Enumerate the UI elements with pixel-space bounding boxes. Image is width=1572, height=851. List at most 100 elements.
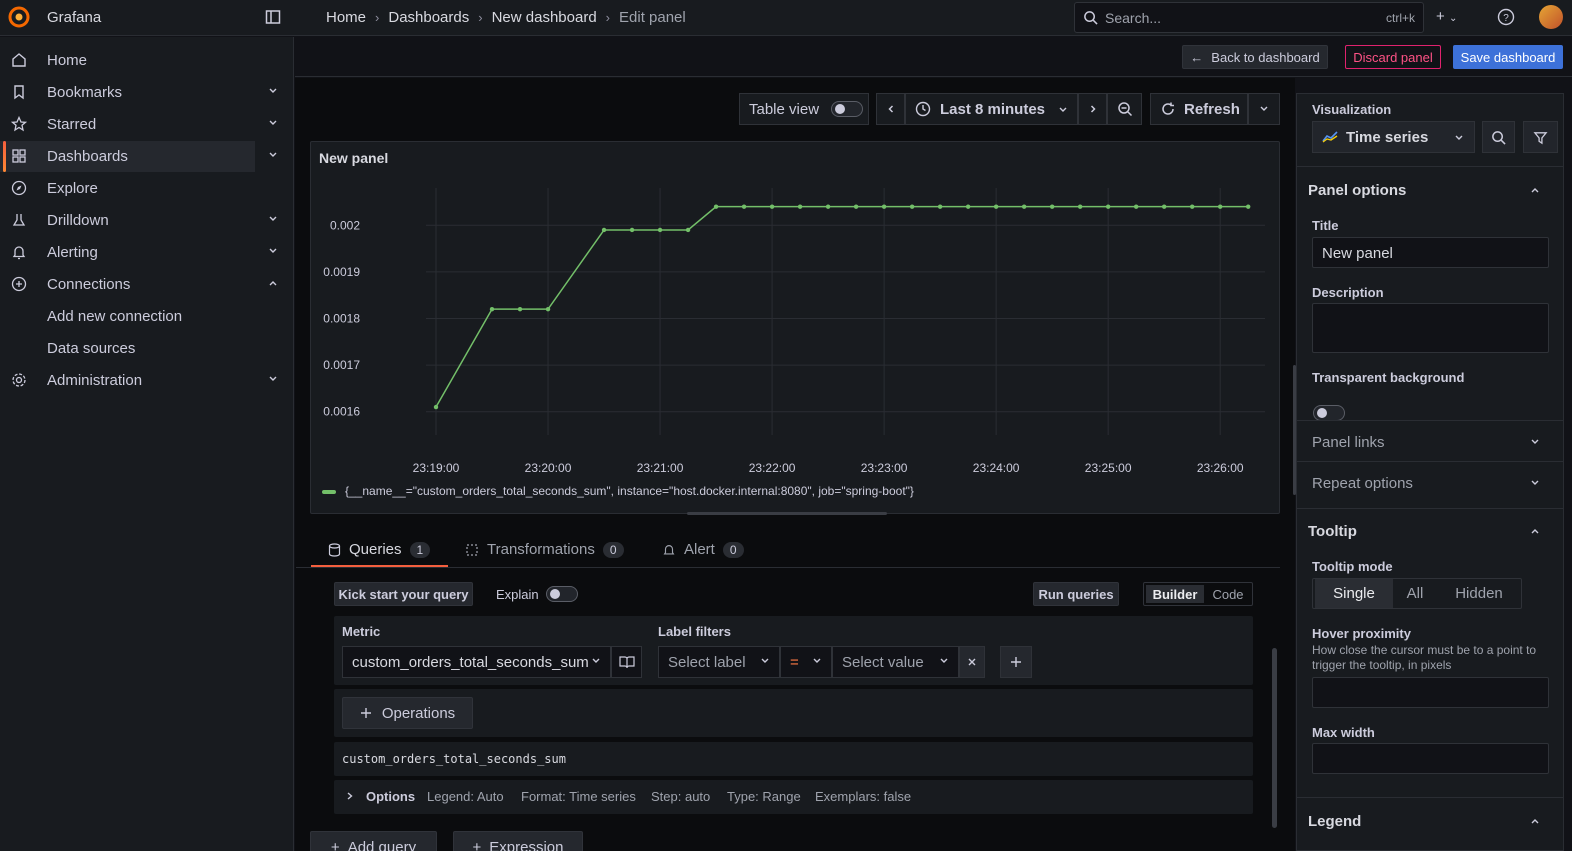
breadcrumb-new-dashboard[interactable]: New dashboard — [492, 9, 597, 26]
refresh-interval-picker[interactable] — [1248, 93, 1280, 125]
panel-links-section[interactable]: Panel links — [1312, 434, 1385, 451]
legend-series-label[interactable]: {__name__="custom_orders_total_seconds_s… — [345, 484, 914, 498]
data-point — [993, 204, 999, 209]
help-icon[interactable]: ? — [1497, 8, 1515, 26]
plus-icon: + — [472, 838, 482, 851]
chevron-down-icon[interactable] — [268, 374, 278, 384]
sidebar-item-home[interactable]: Home — [0, 45, 255, 76]
filter-options-button[interactable] — [1523, 121, 1558, 153]
run-queries-button[interactable]: Run queries — [1033, 582, 1119, 606]
time-range-label: Last 8 minutes — [940, 100, 1046, 118]
breadcrumb-home[interactable]: Home — [326, 9, 366, 26]
tab-queries[interactable]: Queries 1 — [328, 541, 431, 558]
operator-dropdown[interactable]: = — [780, 646, 832, 678]
title-input[interactable]: New panel — [1312, 237, 1549, 268]
series-line — [435, 205, 1249, 408]
grafana-logo-icon[interactable] — [8, 6, 30, 28]
legend-header[interactable]: Legend — [1308, 813, 1361, 830]
tooltip-mode-hidden[interactable]: Hidden — [1439, 579, 1519, 608]
search-input[interactable]: Search... ctrl+k — [1074, 2, 1424, 33]
zoom-out-button[interactable] — [1107, 93, 1142, 125]
repeat-options-section[interactable]: Repeat options — [1312, 475, 1413, 492]
description-label: Description — [1312, 285, 1384, 300]
chevron-down-icon[interactable] — [1530, 437, 1540, 447]
dock-menu-icon[interactable] — [265, 9, 281, 25]
metric-select[interactable]: custom_orders_total_seconds_sum — [342, 646, 611, 678]
transparent-background-switch[interactable] — [1313, 405, 1345, 421]
sidebar-item-starred[interactable]: Starred — [0, 109, 277, 140]
max-width-input[interactable] — [1312, 743, 1549, 774]
time-shift-forward-button[interactable] — [1078, 93, 1107, 125]
chevron-up-icon[interactable] — [1530, 526, 1540, 536]
chevron-down-icon[interactable] — [1530, 478, 1540, 488]
panel-resize-handle[interactable] — [687, 512, 887, 515]
legend-series-color — [322, 490, 336, 494]
select-value-dropdown[interactable]: Select value — [832, 646, 959, 678]
visualization-picker[interactable]: Time series — [1312, 121, 1475, 153]
section-divider — [1297, 166, 1563, 167]
option-legend: Legend: Auto — [427, 789, 504, 804]
time-series-chart[interactable]: 0.002 0.0019 0.0018 0.0017 0.0016 23:19:00 23:… — [310, 170, 1280, 480]
discard-panel-button[interactable]: Discard panel — [1345, 45, 1441, 69]
sidebar-item-drilldown[interactable]: Drilldown — [0, 205, 277, 236]
time-shift-back-button[interactable] — [876, 93, 905, 125]
data-point — [825, 204, 831, 209]
tab-alert[interactable]: Alert 0 — [662, 541, 744, 558]
tooltip-mode-all[interactable]: All — [1395, 579, 1435, 608]
add-new-menu-button[interactable]: + ⌄ — [1436, 8, 1457, 25]
chevron-down-icon[interactable] — [268, 214, 278, 224]
sidebar-item-alerting[interactable]: Alerting — [0, 237, 277, 268]
search-options-button[interactable] — [1482, 121, 1515, 153]
sidebar-item-label: Explore — [47, 180, 98, 197]
code-mode-button[interactable]: Code — [1206, 585, 1250, 603]
sidebar-item-data-sources[interactable]: Data sources — [47, 340, 135, 357]
panel-options-header[interactable]: Panel options — [1308, 182, 1406, 199]
chevron-up-icon[interactable] — [268, 278, 278, 288]
tab-transformations[interactable]: Transformations 0 — [465, 541, 624, 558]
sidebar-item-connections[interactable]: Connections — [0, 269, 277, 300]
table-view-switch[interactable] — [831, 101, 864, 117]
operations-button[interactable]: Operations — [342, 697, 473, 729]
back-to-dashboard-button[interactable]: ← Back to dashboard — [1182, 45, 1328, 69]
chevron-up-icon[interactable] — [1530, 816, 1540, 826]
tooltip-header[interactable]: Tooltip — [1308, 523, 1357, 540]
query-scrollbar[interactable] — [1272, 648, 1277, 828]
tab-label: Queries — [349, 541, 402, 558]
sidebar-item-dashboards[interactable]: Dashboards — [0, 141, 277, 172]
explain-switch[interactable] — [546, 586, 578, 602]
book-icon — [618, 655, 635, 669]
description-textarea[interactable] — [1312, 303, 1549, 353]
select-value-placeholder: Select value — [842, 653, 924, 671]
metrics-explorer-button[interactable] — [611, 646, 642, 678]
sidebar-item-label: Drilldown — [47, 212, 109, 229]
remove-filter-button[interactable] — [959, 646, 985, 678]
chevron-down-icon[interactable] — [268, 86, 278, 96]
time-range-picker[interactable]: Last 8 minutes — [905, 93, 1078, 125]
sidebar-item-explore[interactable]: Explore — [0, 173, 255, 204]
sidebar-item-bookmarks[interactable]: Bookmarks — [0, 77, 277, 108]
builder-mode-button[interactable]: Builder — [1146, 585, 1204, 603]
sidebar-item-label: Home — [47, 52, 88, 69]
chevron-down-icon[interactable] — [268, 118, 278, 128]
sidebar-item-add-new-connection[interactable]: Add new connection — [47, 308, 182, 325]
tooltip-mode-single[interactable]: Single — [1315, 579, 1393, 608]
hover-proximity-input[interactable] — [1312, 677, 1549, 708]
select-label-dropdown[interactable]: Select label — [658, 646, 780, 678]
add-expression-button[interactable]: + Expression — [453, 831, 583, 851]
chevron-down-icon[interactable] — [268, 246, 278, 256]
sidebar-item-label: Connections — [47, 276, 131, 293]
save-dashboard-button[interactable]: Save dashboard — [1453, 45, 1563, 69]
operator-value: = — [790, 653, 799, 671]
add-query-button[interactable]: + Add query — [310, 831, 437, 851]
chevron-down-icon[interactable] — [268, 150, 278, 160]
table-view-toggle[interactable]: Table view — [739, 93, 869, 125]
kick-start-query-button[interactable]: Kick start your query — [334, 582, 473, 606]
sidebar-item-administration[interactable]: Administration — [0, 365, 277, 396]
chevron-up-icon[interactable] — [1530, 185, 1540, 195]
refresh-button[interactable]: Refresh — [1150, 93, 1248, 125]
user-avatar[interactable] — [1539, 5, 1563, 29]
add-filter-button[interactable] — [1000, 646, 1032, 678]
breadcrumb-dashboards[interactable]: Dashboards — [388, 9, 469, 26]
sidebar-item-label: Bookmarks — [47, 84, 123, 101]
chevron-right-icon[interactable] — [346, 791, 354, 801]
